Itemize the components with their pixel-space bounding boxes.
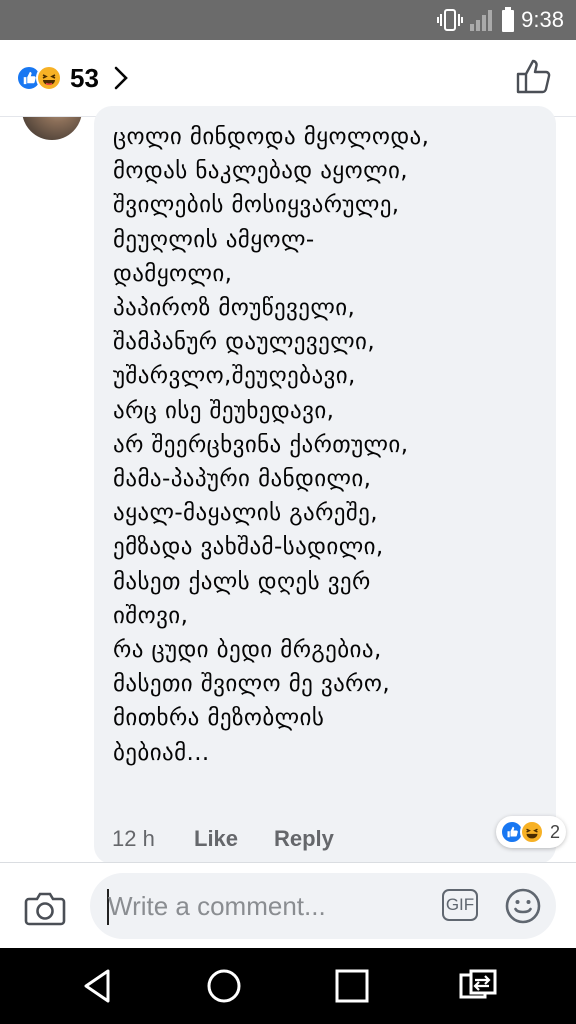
like-button[interactable]: Like bbox=[194, 826, 274, 852]
chevron-right-icon bbox=[114, 66, 128, 90]
comment-bubble: ცოლი მინდოდა მყოლოდა, მოდას ნაკლებად აყო… bbox=[94, 106, 556, 864]
reaction-summary[interactable]: 53 bbox=[16, 58, 129, 98]
status-icons: 9:38 bbox=[437, 7, 564, 33]
signal-icon bbox=[470, 10, 493, 31]
haha-reaction-icon bbox=[519, 820, 544, 844]
comment-time: 12 h bbox=[112, 826, 155, 851]
recents-icon[interactable] bbox=[332, 966, 372, 1006]
status-bar: 9:38 bbox=[0, 0, 576, 40]
comment-composer: GIF bbox=[0, 862, 576, 948]
gif-button[interactable]: GIF bbox=[442, 889, 478, 921]
home-icon[interactable] bbox=[204, 966, 244, 1006]
haha-reaction-icon bbox=[36, 65, 62, 91]
comment-text: ცოლი მინდოდა მყოლოდა, მოდას ნაკლებად აყო… bbox=[113, 124, 430, 766]
comments-sheet: 53 ცოლი მინდოდა მყოლოდა, მოდას ნაკლებად … bbox=[0, 40, 576, 948]
status-time: 9:38 bbox=[521, 7, 564, 32]
comment-input[interactable] bbox=[108, 886, 428, 926]
thumbs-up-icon[interactable] bbox=[514, 56, 554, 96]
vibrate-icon bbox=[437, 9, 464, 31]
comment-input-wrap: GIF bbox=[90, 873, 556, 939]
reaction-count: 53 bbox=[70, 62, 99, 93]
comment-reactions[interactable]: 2 bbox=[495, 816, 566, 848]
reaction-icons bbox=[16, 65, 62, 91]
emoji-icon[interactable] bbox=[504, 887, 542, 925]
navigation-bar bbox=[0, 948, 576, 1024]
comment-actions: 12 h Like Reply bbox=[112, 826, 334, 852]
comment-reaction-count: 2 bbox=[549, 821, 560, 842]
back-icon[interactable] bbox=[78, 966, 118, 1006]
reply-button[interactable]: Reply bbox=[274, 826, 334, 852]
switch-app-icon[interactable] bbox=[458, 966, 498, 1006]
camera-icon[interactable] bbox=[24, 887, 66, 927]
battery-icon bbox=[502, 7, 515, 32]
